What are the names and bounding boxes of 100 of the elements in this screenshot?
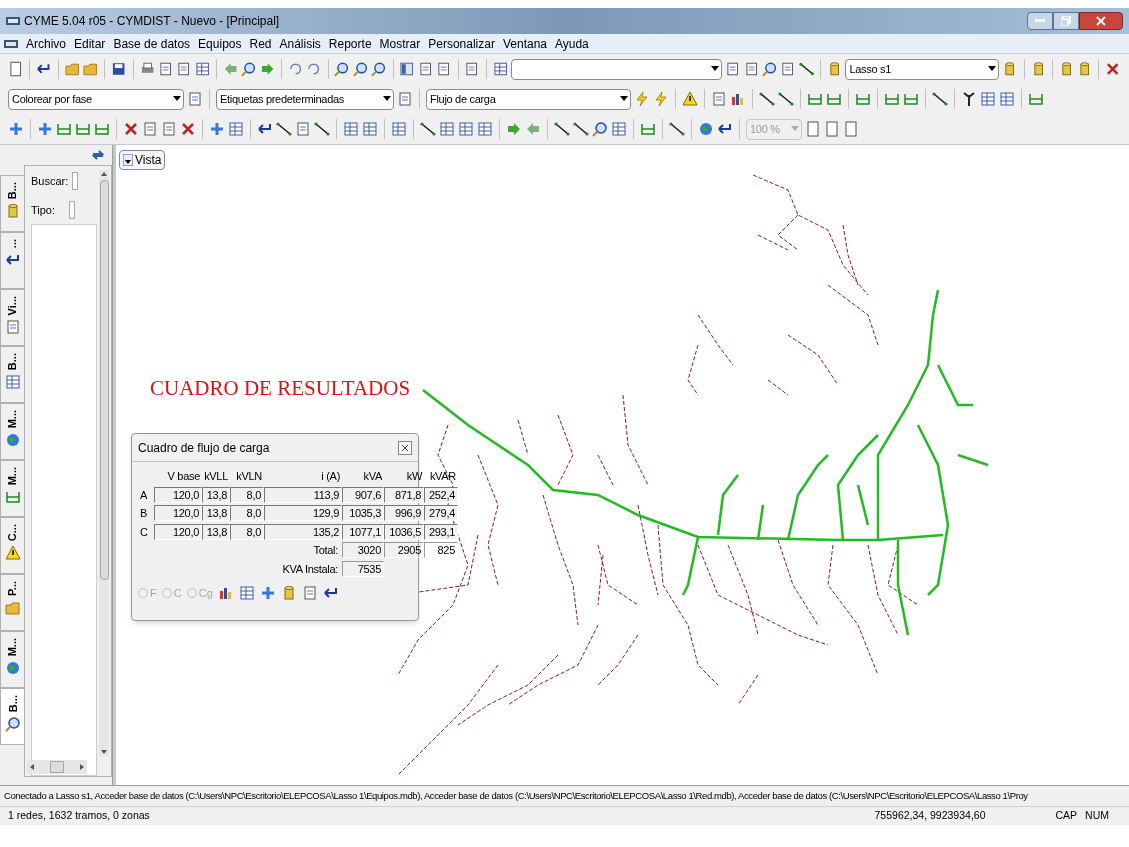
folder-icon[interactable]	[82, 61, 99, 77]
close-button[interactable]	[398, 440, 412, 455]
zoom-icon[interactable]	[352, 61, 369, 77]
zoom-icon[interactable]	[762, 61, 778, 77]
line-icon[interactable]	[420, 121, 436, 137]
grid-icon[interactable]	[980, 91, 996, 107]
lightning-icon[interactable]	[653, 91, 669, 107]
sidebar-tab[interactable]: M...	[0, 631, 24, 688]
scroll-left-icon[interactable]	[29, 763, 35, 771]
dropdown-arrow-icon[interactable]	[620, 96, 628, 102]
document-icon[interactable]	[157, 61, 174, 77]
sidebar-tab[interactable]: P...	[0, 574, 24, 631]
document-icon[interactable]	[464, 61, 480, 77]
line-icon[interactable]	[554, 121, 570, 137]
zoom-icon[interactable]	[241, 61, 257, 77]
cross-icon[interactable]	[123, 121, 139, 137]
document-icon[interactable]	[417, 61, 434, 77]
line-icon[interactable]	[798, 61, 815, 77]
scroll-up-icon[interactable]	[100, 170, 108, 178]
menu-item[interactable]: Ventana	[502, 34, 547, 53]
grid-icon[interactable]	[477, 121, 493, 137]
grid-icon[interactable]	[238, 585, 255, 602]
menu-item[interactable]: Ayuda	[555, 34, 589, 53]
cross-icon[interactable]	[180, 121, 196, 137]
swap-arrows-icon[interactable]	[92, 150, 104, 160]
sidebar-tab[interactable]: Vi...	[0, 289, 24, 346]
scroll-down-icon[interactable]	[100, 748, 108, 756]
dropdown-arrow-icon[interactable]	[711, 66, 720, 72]
left-arrow-icon[interactable]	[525, 121, 541, 137]
grid-icon[interactable]	[194, 61, 210, 77]
menu-item[interactable]: Editar	[74, 34, 106, 53]
undo-icon[interactable]	[287, 61, 304, 77]
dropdown-arrow-icon[interactable]	[988, 66, 997, 72]
menu-item[interactable]: Base de datos	[113, 34, 191, 53]
menu-item[interactable]: Archivo	[26, 34, 66, 53]
menu-item[interactable]: Análisis	[279, 34, 321, 53]
line-icon[interactable]	[932, 91, 948, 107]
grid-icon[interactable]	[391, 121, 407, 137]
sidebar-tab[interactable]: M...	[0, 460, 24, 517]
menu-item[interactable]: Mostrar	[379, 34, 421, 53]
dropdown[interactable]: Etiquetas predeterminadas	[216, 88, 394, 110]
grid-icon[interactable]	[439, 121, 455, 137]
document-icon[interactable]	[743, 61, 760, 77]
scroll-right-icon[interactable]	[79, 763, 85, 771]
page-icon[interactable]	[8, 61, 24, 77]
maximize-button[interactable]	[1053, 12, 1079, 30]
sidebar-tab[interactable]: M...	[0, 403, 24, 460]
dropdown[interactable]: Flujo de carga	[426, 88, 631, 110]
grid-icon[interactable]	[362, 121, 378, 137]
grid-icon[interactable]	[228, 121, 244, 137]
document-icon[interactable]	[176, 61, 192, 77]
line-icon[interactable]	[669, 121, 685, 137]
save-icon[interactable]	[111, 61, 127, 77]
search-field[interactable]	[72, 172, 79, 190]
sidebar-tab[interactable]: B...	[0, 346, 24, 403]
globe-icon[interactable]	[698, 121, 714, 137]
warning-icon[interactable]	[682, 91, 698, 107]
panel-icon[interactable]	[399, 61, 415, 77]
document-icon[interactable]	[725, 61, 741, 77]
grid-icon[interactable]	[458, 121, 474, 137]
right-arrow-icon[interactable]	[506, 121, 522, 137]
dropdown[interactable]: Lasso s1	[845, 58, 1000, 80]
zoom-icon[interactable]	[592, 121, 608, 137]
folder-icon[interactable]	[64, 61, 80, 77]
line-icon[interactable]	[276, 121, 292, 137]
lightning-icon[interactable]	[634, 91, 650, 107]
zoom-icon[interactable]	[371, 61, 387, 77]
sidebar-tab[interactable]: B...	[0, 175, 24, 232]
sidebar-tab[interactable]: ...	[0, 232, 24, 289]
dropdown[interactable]: Colorear por fase	[8, 88, 184, 110]
type-dropdown[interactable]	[69, 201, 76, 219]
plus-icon[interactable]	[8, 121, 24, 137]
antenna-icon[interactable]	[961, 91, 977, 107]
view-button[interactable]: Vista	[119, 150, 166, 170]
grid-icon[interactable]	[343, 121, 359, 137]
line-icon[interactable]	[759, 91, 775, 107]
plus-icon[interactable]	[37, 121, 53, 137]
menu-item[interactable]: Red	[249, 34, 272, 53]
horizontal-scrollbar[interactable]	[27, 760, 87, 774]
grid-icon[interactable]	[999, 91, 1015, 107]
bar-chart-icon[interactable]	[730, 91, 746, 107]
menu-item[interactable]: Equipos	[198, 34, 242, 53]
minimize-button[interactable]	[1027, 12, 1053, 30]
bar-chart-icon[interactable]	[217, 585, 234, 602]
close-button[interactable]	[1079, 12, 1123, 30]
dropdown-arrow-icon[interactable]	[383, 96, 391, 102]
line-icon[interactable]	[314, 121, 330, 137]
line-icon[interactable]	[573, 121, 589, 137]
dropdown-arrow-icon[interactable]	[173, 96, 181, 102]
document-icon[interactable]	[780, 61, 796, 77]
menu-item[interactable]: Personalizar	[428, 34, 495, 53]
grid-icon[interactable]	[492, 61, 509, 77]
sidebar-tab[interactable]: B...	[0, 688, 25, 745]
line-icon[interactable]	[778, 91, 794, 107]
plus-icon[interactable]	[259, 585, 276, 602]
cross-icon[interactable]	[1105, 61, 1121, 77]
sidebar-tab[interactable]: C...	[0, 517, 24, 574]
zoom-icon[interactable]	[334, 61, 350, 77]
plus-icon[interactable]	[209, 121, 225, 137]
document-icon[interactable]	[436, 61, 452, 77]
